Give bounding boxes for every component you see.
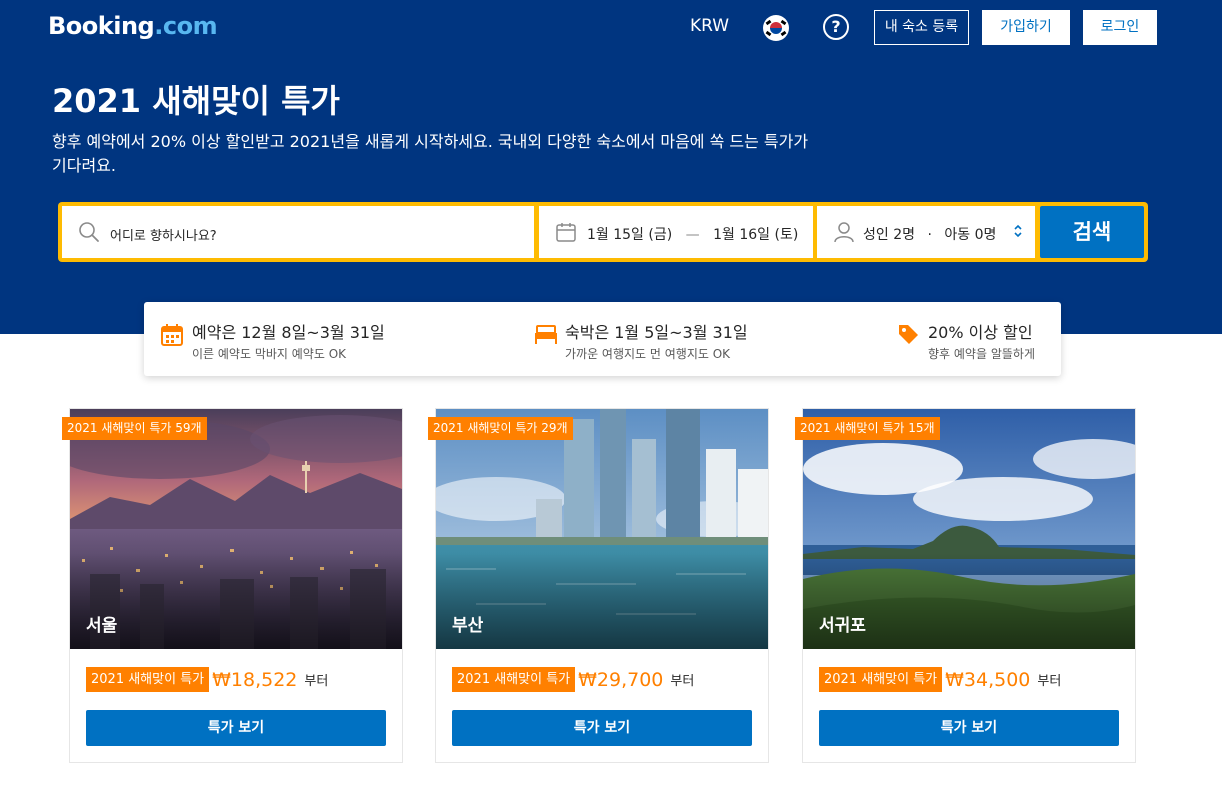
deal-count-badge: 2021 새해맞이 특가 15개 xyxy=(795,417,940,440)
perk-subtitle: 향후 예약을 알뜰하게 xyxy=(928,347,1035,361)
price-from-label: 부터 xyxy=(670,674,695,689)
help-icon[interactable]: ? xyxy=(823,14,849,40)
date-separator: — xyxy=(685,227,700,243)
price-amount: ₩34,500 xyxy=(945,668,1031,691)
price-row: 2021 새해맞이 특가 ₩18,522 부터 xyxy=(86,667,328,697)
adults-count: 성인 2명 xyxy=(863,227,915,243)
view-deals-button[interactable]: 특가 보기 xyxy=(452,710,752,746)
deal-count-badge: 2021 새해맞이 특가 59개 xyxy=(62,417,207,440)
page-subtitle: 향후 예약에서 20% 이상 할인받고 2021년을 새롭게 시작하세요. 국내… xyxy=(52,132,809,175)
city-name: 서귀포 xyxy=(819,616,866,636)
deal-tag: 2021 새해맞이 특가 xyxy=(452,667,576,692)
deal-card-seogwipo[interactable]: 서귀포 2021 새해맞이 특가 15개 2021 새해맞이 특가 ₩34,500… xyxy=(795,408,1136,763)
price-row: 2021 새해맞이 특가 ₩34,500 부터 xyxy=(819,667,1061,697)
calendar-icon xyxy=(556,223,576,242)
checkout-date: 1월 16일 (토) xyxy=(713,227,799,243)
children-count: 아동 0명 xyxy=(944,227,997,243)
page-title: 2021 새해맞이 특가 xyxy=(52,82,340,120)
destination-input[interactable]: 어디로 향하시나요? xyxy=(110,225,217,244)
city-name: 부산 xyxy=(452,616,484,636)
date-field[interactable]: 1월 15일 (금) — 1월 16일 (토) xyxy=(539,206,813,258)
flag-trigram xyxy=(780,30,787,37)
hero-banner: Booking.com KRW ? 내 숙소 등록 가입하기 로그인 2021 … xyxy=(0,0,1222,334)
price-amount: ₩29,700 xyxy=(578,668,664,691)
chevron-updown-icon xyxy=(1014,224,1022,238)
logo-main: Booking xyxy=(48,12,155,40)
perk-title: 숙박은 1월 5일~3월 31일 xyxy=(565,323,748,342)
search-icon xyxy=(79,222,99,242)
perk-subtitle: 이른 예약도 막바지 예약도 OK xyxy=(192,347,347,361)
view-deals-button[interactable]: 특가 보기 xyxy=(819,710,1119,746)
price-from-label: 부터 xyxy=(1037,674,1062,689)
register-button[interactable]: 가입하기 xyxy=(982,10,1070,45)
deal-tag: 2021 새해맞이 특가 xyxy=(86,667,210,692)
guest-summary[interactable]: 성인 2명 · 아동 0명 xyxy=(863,224,996,244)
search-bar: 어디로 향하시나요? 1월 15일 (금) — 1월 16일 (토) 성인 2명 xyxy=(58,202,1148,262)
search-button[interactable]: 검색 xyxy=(1040,206,1144,258)
list-property-button[interactable]: 내 숙소 등록 xyxy=(874,10,969,45)
deal-card-seoul[interactable]: 서울 2021 새해맞이 특가 59개 2021 새해맞이 특가 ₩18,522 부… xyxy=(62,408,403,763)
busan-city-photo[interactable] xyxy=(436,409,768,649)
seoul-city-photo[interactable] xyxy=(70,409,402,649)
deal-perks-panel: 예약은 12월 8일~3월 31일 이른 예약도 막바지 예약도 OK 숙박은 … xyxy=(144,302,1061,376)
logo-suffix: .com xyxy=(154,12,218,40)
bed-icon xyxy=(535,325,557,344)
flag-emblem xyxy=(770,22,782,34)
perk-subtitle: 가까운 여행지도 먼 여행지도 OK xyxy=(565,347,731,361)
currency-selector[interactable]: KRW xyxy=(690,16,729,36)
deal-count-badge: 2021 새해맞이 특가 29개 xyxy=(428,417,573,440)
booking-logo[interactable]: Booking.com xyxy=(48,12,218,40)
city-name: 서울 xyxy=(86,616,118,636)
date-range[interactable]: 1월 15일 (금) — 1월 16일 (토) xyxy=(587,224,798,244)
calendar-icon xyxy=(161,324,183,346)
login-button[interactable]: 로그인 xyxy=(1083,10,1157,45)
perk-title: 예약은 12월 8일~3월 31일 xyxy=(192,323,385,342)
person-icon xyxy=(834,222,854,243)
language-flag-icon[interactable] xyxy=(763,15,789,41)
deal-tag: 2021 새해맞이 특가 xyxy=(819,667,943,692)
checkin-date: 1월 15일 (금) xyxy=(587,227,673,243)
deal-card-busan[interactable]: 부산 2021 새해맞이 특가 29개 2021 새해맞이 특가 ₩29,700 부… xyxy=(428,408,769,763)
price-amount: ₩18,522 xyxy=(212,668,298,691)
guest-separator: · xyxy=(927,227,932,243)
destination-field[interactable]: 어디로 향하시나요? xyxy=(62,206,534,258)
guests-field[interactable]: 성인 2명 · 아동 0명 xyxy=(817,206,1035,258)
flag-trigram xyxy=(780,19,787,26)
view-deals-button[interactable]: 특가 보기 xyxy=(86,710,386,746)
price-from-label: 부터 xyxy=(304,674,329,689)
perk-title: 20% 이상 할인 xyxy=(928,323,1033,342)
price-tag-icon xyxy=(899,325,918,344)
price-row: 2021 새해맞이 특가 ₩29,700 부터 xyxy=(452,667,694,697)
